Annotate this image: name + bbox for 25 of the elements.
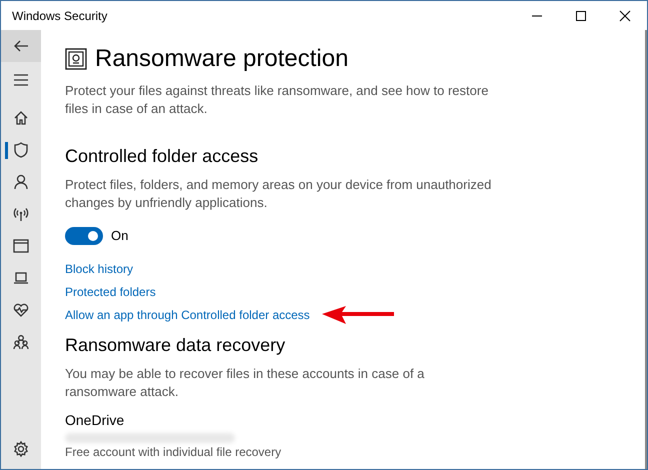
browser-icon: [12, 237, 30, 255]
link[interactable]: Allow an app through Controlled folder access: [65, 306, 310, 324]
family-icon: [12, 333, 30, 351]
account-details: Free account with individual file recovery: [65, 444, 282, 458]
heart-icon: [12, 301, 30, 319]
account-name: OneDrive: [65, 410, 126, 430]
home-icon: [12, 109, 30, 127]
person-icon: [12, 173, 30, 191]
section-description: Protect files, folders, and memory areas on your device from unauthorized changes by unfriendly applications.: [65, 176, 492, 212]
link[interactable]: Protected folders: [65, 283, 156, 301]
toggle-switch[interactable]: [65, 226, 103, 245]
ransomware-icon: [65, 48, 87, 70]
window-title: Windows Security: [11, 8, 108, 24]
section-heading: Ransomware data recovery: [65, 334, 286, 356]
page-title: Ransomware protection: [95, 44, 348, 74]
page-description: Protect your files against threats like ransomware, and see how to restore files in case of an attack.: [65, 82, 490, 118]
section-description: You may be able to recover files in these accounts in case of a ransomware attack.: [65, 364, 426, 400]
close-icon: [619, 10, 631, 22]
toggle-label: On: [111, 227, 128, 245]
shield-icon: [12, 141, 30, 159]
section-heading: Controlled folder access: [65, 145, 260, 168]
maximize-icon: [575, 10, 587, 22]
settings-icon: [12, 440, 30, 458]
link[interactable]: Block history: [65, 260, 134, 278]
back-button[interactable]: [1, 30, 41, 62]
